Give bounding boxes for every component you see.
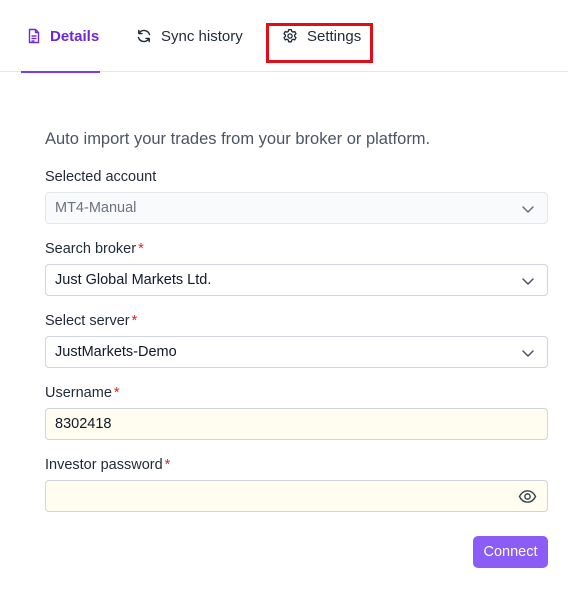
select-server-label: Select server * <box>45 313 138 329</box>
tab-details[interactable]: Details <box>21 0 100 73</box>
username-input[interactable]: 8302418 <box>45 408 548 440</box>
chevron-down-icon <box>522 350 534 357</box>
selected-account-label: Selected account <box>45 169 157 185</box>
intro-text: Auto import your trades from your broker… <box>45 130 431 148</box>
required-asterisk: * <box>113 385 120 401</box>
eye-icon[interactable] <box>518 488 537 505</box>
search-broker-value: Just Global Markets Ltd. <box>55 272 212 288</box>
tab-settings-label: Settings <box>307 27 362 45</box>
selected-account-select[interactable]: MT4-Manual <box>45 192 548 224</box>
chevron-down-icon <box>522 206 534 213</box>
refresh-icon <box>136 28 152 44</box>
required-asterisk: * <box>138 241 144 257</box>
tab-sync-history[interactable]: Sync history <box>136 0 243 72</box>
username-value: 8302418 <box>55 416 112 432</box>
gear-icon <box>282 28 298 44</box>
username-label: Username * <box>45 385 120 401</box>
selected-account-value: MT4-Manual <box>55 200 137 216</box>
connect-button[interactable]: Connect <box>473 536 548 568</box>
select-server-value: JustMarkets-Demo <box>55 344 177 360</box>
search-broker-label: Search broker * <box>45 241 144 257</box>
tab-sync-history-label: Sync history <box>161 27 243 45</box>
document-icon <box>26 28 42 44</box>
required-asterisk: * <box>164 457 171 473</box>
select-server-select[interactable]: JustMarkets-Demo <box>45 336 548 368</box>
chevron-down-icon <box>522 278 534 285</box>
tab-bar: Details Sync history Settings <box>0 0 568 73</box>
required-asterisk: * <box>131 313 138 329</box>
investor-password-input[interactable] <box>45 480 548 512</box>
tab-details-label: Details <box>50 27 100 45</box>
investor-password-label: Investor password * <box>45 457 171 473</box>
search-broker-select[interactable]: Just Global Markets Ltd. <box>45 264 548 296</box>
tab-settings[interactable]: Settings <box>282 0 361 72</box>
